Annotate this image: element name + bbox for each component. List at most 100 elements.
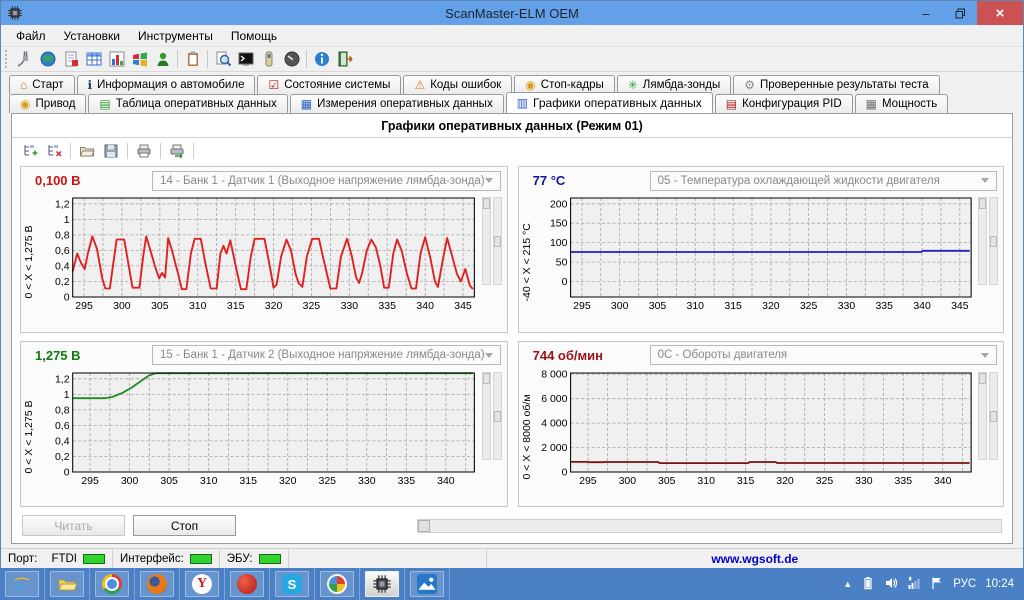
scale-slider-min[interactable]: [481, 197, 491, 285]
remove-pid-icon[interactable]: [42, 141, 66, 161]
windows-icon[interactable]: [128, 49, 151, 70]
scale-slider-max[interactable]: [492, 371, 502, 460]
menu-tools[interactable]: Инструменты: [129, 27, 222, 45]
svg-text:6 000: 6 000: [541, 394, 568, 405]
scale-slider-min[interactable]: [978, 371, 987, 460]
line-chart: 0 50 100 150 200 295 300 305 310 315 320 325 330 335 3…: [550, 197, 972, 312]
svg-text:345: 345: [951, 301, 969, 312]
website-label: www.wgsoft.de: [711, 551, 799, 566]
taskbar-media-app-icon[interactable]: [320, 571, 354, 597]
stop-button[interactable]: Стоп: [133, 515, 236, 536]
clipboard-icon[interactable]: [181, 49, 204, 70]
svg-text:320: 320: [279, 476, 297, 487]
taskbar-photos-icon[interactable]: [410, 571, 444, 597]
svg-text:1,2: 1,2: [55, 374, 70, 385]
tab-trouble-codes[interactable]: ⚠ Коды ошибок: [403, 75, 513, 94]
svg-text:1: 1: [64, 215, 70, 226]
tray-expand-icon[interactable]: ▲: [843, 579, 852, 589]
taskbar-yandex-browser-icon[interactable]: Y: [185, 571, 219, 597]
scale-sliders: [976, 369, 1000, 506]
window-title: ScanMaster-ELM OEM: [445, 5, 579, 21]
scale-slider-min[interactable]: [481, 371, 491, 460]
svg-text:320: 320: [776, 476, 794, 487]
taskbar-chrome-icon[interactable]: [95, 571, 129, 597]
toolbar-separator: [207, 50, 208, 68]
menu-file[interactable]: Файл: [7, 27, 55, 45]
menu-settings[interactable]: Установки: [55, 27, 129, 45]
add-pid-icon[interactable]: [18, 141, 42, 161]
connect-icon[interactable]: [13, 49, 36, 70]
svg-text:0,8: 0,8: [55, 231, 70, 242]
report-icon[interactable]: [59, 49, 82, 70]
tab-label: Состояние системы: [284, 78, 391, 91]
interface-label: Интерфейс:: [120, 552, 184, 565]
taskbar-file-explorer-icon[interactable]: [50, 571, 84, 597]
open-icon[interactable]: [75, 141, 99, 161]
menu-help[interactable]: Помощь: [222, 27, 286, 45]
terminal-icon[interactable]: [234, 49, 257, 70]
action-center-flag-icon[interactable]: [930, 576, 944, 593]
tab-actuator[interactable]: ◉ Привод: [9, 94, 87, 113]
svg-text:315: 315: [724, 301, 742, 312]
save-icon[interactable]: [99, 141, 123, 161]
chevron-down-icon: [484, 178, 493, 183]
taskbar-firefox-icon[interactable]: [140, 571, 174, 597]
tab-start[interactable]: ⌂ Старт: [9, 75, 75, 94]
tab-vehicle-info[interactable]: ℹ Информация о автомобиле: [76, 75, 256, 94]
exit-icon[interactable]: [333, 49, 356, 70]
export-icon[interactable]: [165, 141, 189, 161]
taskbar-internet-explorer-icon[interactable]: e: [5, 571, 39, 597]
pid-select[interactable]: 0C - Обороты двигателя: [649, 345, 997, 365]
tab-test-results[interactable]: ⚙ Проверенные результаты теста: [733, 75, 940, 94]
minimize-button[interactable]: –: [909, 1, 943, 25]
pid-config-icon: ▤: [725, 96, 738, 111]
battery-icon[interactable]: [861, 576, 875, 593]
device-icon[interactable]: [257, 49, 280, 70]
tab-system-status[interactable]: ☑ Состояние системы: [257, 75, 402, 94]
timeline-scrollbar[interactable]: [417, 518, 1002, 533]
svg-text:2 000: 2 000: [541, 443, 568, 454]
pid-select[interactable]: 05 - Температура охлаждающей жидкости дв…: [649, 170, 997, 191]
chip-icon: ▦: [865, 96, 877, 111]
language-indicator[interactable]: РУС: [953, 578, 976, 590]
info-icon[interactable]: [310, 49, 333, 70]
table-icon[interactable]: [82, 49, 105, 70]
scale-slider-max[interactable]: [989, 371, 998, 460]
pid-select[interactable]: 14 - Банк 1 - Датчик 1 (Выходное напряже…: [152, 170, 501, 191]
svg-text:340: 340: [934, 476, 952, 487]
tab-live-data-meters[interactable]: ▦ Измерения оперативных данных: [289, 94, 504, 113]
pid-select-label: 05 - Температура охлаждающей жидкости дв…: [657, 174, 940, 187]
scale-slider-max[interactable]: [492, 197, 502, 285]
close-button[interactable]: ×: [977, 1, 1023, 25]
tab-live-data-graphs[interactable]: ▥ Графики оперативных данных: [505, 92, 713, 113]
svg-text:310: 310: [189, 301, 207, 312]
taskbar-scanmaster-icon[interactable]: [365, 571, 399, 597]
taskbar-skype-icon[interactable]: S: [275, 571, 309, 597]
search-icon[interactable]: [211, 49, 234, 70]
web-icon[interactable]: [36, 49, 59, 70]
svg-text:320: 320: [265, 301, 283, 312]
pid-select-label: 15 - Банк 1 - Датчик 2 (Выходное напряже…: [160, 349, 485, 361]
scale-slider-min[interactable]: [978, 197, 987, 285]
timeline-scrollbar-thumb[interactable]: [418, 519, 430, 532]
svg-text:300: 300: [618, 476, 636, 487]
toolbar-separator: [127, 143, 128, 159]
pid-select[interactable]: 15 - Банк 1 - Датчик 2 (Выходное напряже…: [152, 345, 501, 365]
tab-power[interactable]: ▦ Мощность: [854, 94, 949, 113]
y-axis-label: 0 < X < 1,275 В: [23, 400, 35, 474]
read-button[interactable]: Читать: [22, 515, 125, 536]
tab-live-data-table[interactable]: ▤ Таблица оперативных данных: [88, 94, 288, 113]
clock[interactable]: 10:24: [985, 578, 1014, 590]
scale-slider-max[interactable]: [989, 197, 998, 285]
gauge-icon[interactable]: [280, 49, 303, 70]
tab-pid-config[interactable]: ▤ Конфигурация PID: [714, 94, 853, 113]
print-icon[interactable]: [132, 141, 156, 161]
user-icon[interactable]: [151, 49, 174, 70]
port-label: Порт:: [8, 552, 38, 565]
restore-button[interactable]: [943, 1, 977, 25]
bar-chart-icon[interactable]: [105, 49, 128, 70]
network-icon[interactable]: [907, 576, 921, 593]
volume-icon[interactable]: [884, 576, 898, 593]
svg-text:150: 150: [550, 219, 568, 230]
taskbar-red-app-icon[interactable]: [230, 571, 264, 597]
